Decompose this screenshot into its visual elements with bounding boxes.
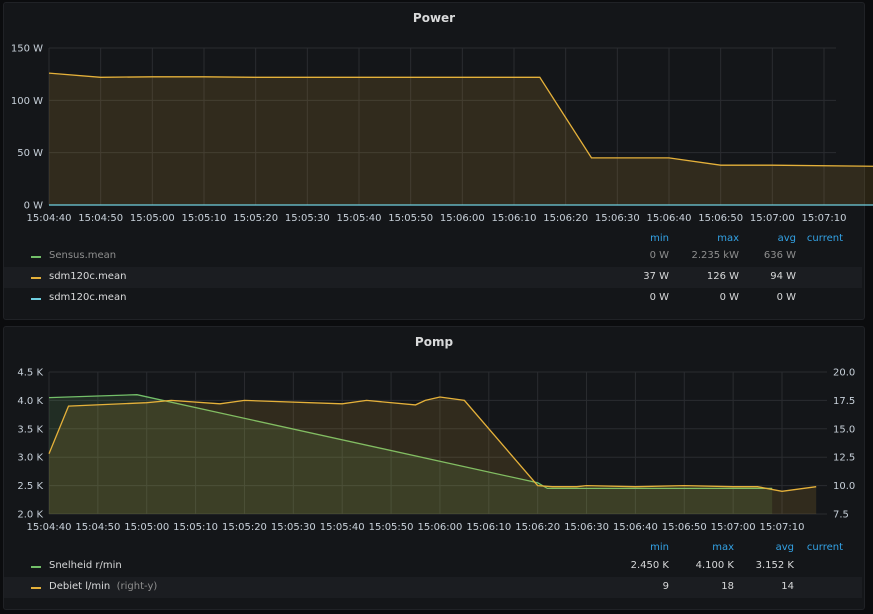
y-tick-label: 3.0 K xyxy=(17,453,43,464)
legend-header-avg[interactable]: avg xyxy=(754,233,796,244)
legend-avg: 3.152 K xyxy=(755,560,794,571)
legend-header-max[interactable]: max xyxy=(689,542,734,553)
y-tick-label: 2.5 K xyxy=(17,481,43,492)
y-tick-label: 2.0 K xyxy=(17,510,43,521)
legend-max: 126 W xyxy=(706,271,739,282)
legend-avg: 94 W xyxy=(770,271,796,282)
x-tick-label: 15:07:10 xyxy=(802,213,847,224)
legend-max: 4.100 K xyxy=(695,560,734,571)
series-area xyxy=(49,73,873,205)
legend-color-marker xyxy=(31,566,41,568)
legend-series-label: Debiet l/min xyxy=(49,581,111,592)
x-tick-label: 15:06:10 xyxy=(492,213,537,224)
y-tick-label: 3.5 K xyxy=(17,424,43,435)
pomp-chart[interactable]: 2.0 K 2.5 K 3.0 K 3.5 K 4.0 K 4.5 K 7.5 10.0 12.… xyxy=(4,327,862,547)
x-tick-label: 15:07:10 xyxy=(760,522,805,533)
legend-header-current[interactable]: current xyxy=(799,542,843,553)
legend-avg: 14 xyxy=(781,581,794,592)
legend-series-name[interactable]: Debiet l/min (right-y) xyxy=(49,581,157,592)
x-tick-label: 15:05:40 xyxy=(337,213,382,224)
x-tick-label: 15:05:20 xyxy=(222,522,267,533)
x-tick-label: 15:05:20 xyxy=(233,213,278,224)
y2-tick-label: 12.5 xyxy=(833,453,855,464)
x-tick-label: 15:05:00 xyxy=(130,213,175,224)
x-tick-label: 15:06:40 xyxy=(647,213,692,224)
legend-row[interactable]: Snelheid r/min 2.450 K 4.100 K 3.152 K xyxy=(4,556,862,577)
legend-header-avg[interactable]: avg xyxy=(752,542,794,553)
x-tick-label: 15:06:40 xyxy=(613,522,658,533)
legend-max: 18 xyxy=(721,581,734,592)
legend-header-min[interactable]: min xyxy=(624,233,669,244)
legend-header-max[interactable]: max xyxy=(694,233,739,244)
legend-min: 0 W xyxy=(649,250,669,261)
y-tick-label: 0 W xyxy=(24,201,44,212)
legend-series-name[interactable]: Sensus.mean xyxy=(49,250,116,261)
legend-min: 0 W xyxy=(649,292,669,303)
x-tick-label: 15:06:30 xyxy=(564,522,609,533)
legend-row[interactable]: Debiet l/min (right-y) 9 18 14 xyxy=(4,577,862,598)
legend-min: 37 W xyxy=(643,271,669,282)
y2-tick-label: 7.5 xyxy=(833,510,849,521)
legend-axis-tag: (right-y) xyxy=(116,581,158,592)
legend-max: 2.235 kW xyxy=(691,250,740,261)
legend-min: 9 xyxy=(662,581,669,592)
y-tick-label: 4.5 K xyxy=(17,368,43,379)
legend-max: 0 W xyxy=(719,292,739,303)
legend-header-current[interactable]: current xyxy=(799,233,843,244)
legend-row[interactable]: Sensus.mean 0 W 2.235 kW 636 W xyxy=(4,246,862,267)
x-tick-label: 15:06:00 xyxy=(440,213,485,224)
y-tick-label: 50 W xyxy=(17,148,43,159)
x-tick-label: 15:06:50 xyxy=(662,522,707,533)
y2-tick-label: 15.0 xyxy=(833,424,855,435)
x-tick-label: 15:05:30 xyxy=(271,522,316,533)
x-tick-label: 15:07:00 xyxy=(711,522,756,533)
x-tick-label: 15:05:00 xyxy=(124,522,169,533)
pomp-panel: Pomp 2.0 K 2.5 K 3.0 K 3.5 K 4.0 K 4.5 K 7.5 10… xyxy=(3,326,865,610)
series-area xyxy=(49,397,817,514)
x-tick-label: 15:05:10 xyxy=(182,213,227,224)
x-tick-label: 15:05:40 xyxy=(320,522,365,533)
x-tick-label: 15:04:50 xyxy=(75,522,120,533)
legend-color-marker xyxy=(31,277,41,279)
legend-color-marker xyxy=(31,256,41,258)
power-chart[interactable]: 0 W 50 W 100 W 150 W 15:04:40 15:04:50 15:05:0… xyxy=(4,3,873,233)
legend-avg: 636 W xyxy=(763,250,796,261)
x-tick-label: 15:05:30 xyxy=(285,213,330,224)
legend-color-marker xyxy=(31,298,41,300)
y2-tick-label: 10.0 xyxy=(833,481,855,492)
legend-series-name[interactable]: sdm120c.mean xyxy=(49,271,126,282)
y-tick-label: 150 W xyxy=(11,44,43,55)
legend-row[interactable]: sdm120c.mean 37 W 126 W 94 W xyxy=(4,267,862,288)
y-tick-label: 100 W xyxy=(11,96,43,107)
y2-tick-label: 17.5 xyxy=(833,396,855,407)
legend-series-name[interactable]: sdm120c.mean xyxy=(49,292,126,303)
x-tick-label: 15:05:50 xyxy=(369,522,414,533)
legend-color-marker xyxy=(31,587,41,589)
x-tick-label: 15:07:00 xyxy=(750,213,795,224)
y-tick-label: 4.0 K xyxy=(17,396,43,407)
x-tick-label: 15:05:50 xyxy=(388,213,433,224)
x-tick-label: 15:04:40 xyxy=(27,522,72,533)
y2-tick-label: 20.0 xyxy=(833,368,855,379)
x-tick-label: 15:06:30 xyxy=(595,213,640,224)
x-tick-label: 15:05:10 xyxy=(173,522,218,533)
x-tick-label: 15:06:00 xyxy=(417,522,462,533)
legend-min: 2.450 K xyxy=(630,560,669,571)
x-tick-label: 15:04:40 xyxy=(27,213,72,224)
legend-series-name[interactable]: Snelheid r/min xyxy=(49,560,122,571)
x-tick-label: 15:06:10 xyxy=(466,522,511,533)
x-tick-label: 15:04:50 xyxy=(78,213,123,224)
x-tick-label: 15:06:20 xyxy=(543,213,588,224)
x-tick-label: 15:06:50 xyxy=(698,213,743,224)
legend-avg: 0 W xyxy=(776,292,796,303)
legend-header-min[interactable]: min xyxy=(624,542,669,553)
x-tick-label: 15:06:20 xyxy=(515,522,560,533)
power-panel: Power 0 W 50 W 100 W 150 W 15:04:40 15:04:50 1… xyxy=(3,2,873,320)
legend-row[interactable]: sdm120c.mean 0 W 0 W 0 W xyxy=(4,288,862,309)
